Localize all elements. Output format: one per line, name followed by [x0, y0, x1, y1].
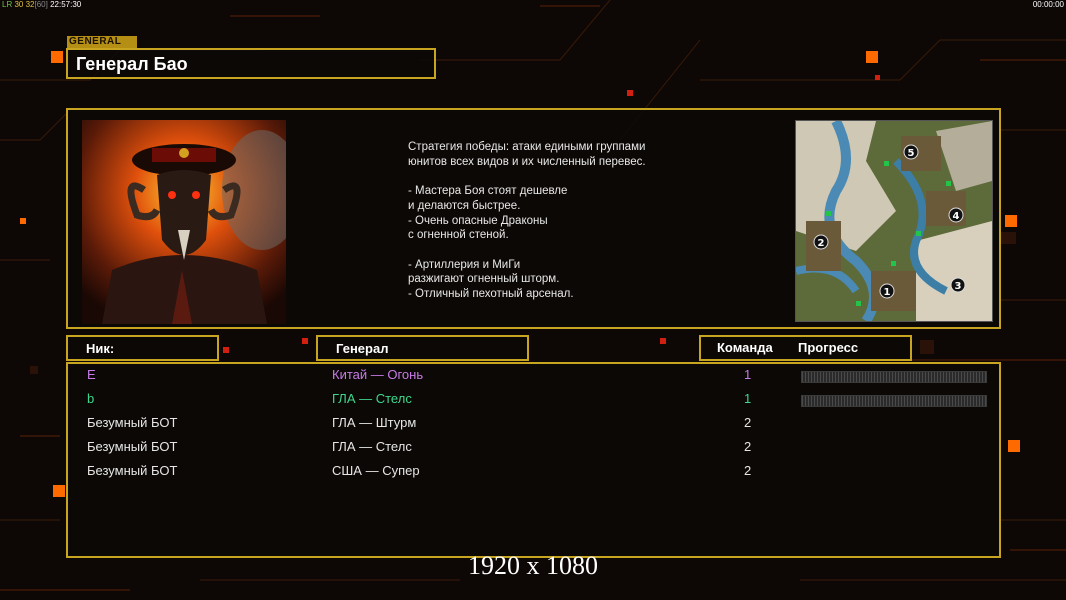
progress-bar — [801, 371, 987, 383]
player-general: ГЛА — Стелс — [332, 391, 412, 406]
player-nick: Безумный БОТ — [87, 415, 178, 430]
player-nick: Безумный БОТ — [87, 439, 178, 454]
nick-column-header: Ник: — [66, 335, 219, 361]
player-general: ГЛА — Стелс — [332, 439, 412, 454]
spawn-1: 1 — [884, 287, 891, 298]
fps-prefix: LR — [2, 0, 13, 9]
player-team: 2 — [744, 415, 752, 430]
minimap-icon: 5 2 4 1 3 — [795, 120, 993, 322]
spawn-3: 3 — [955, 281, 962, 292]
player-general: США — Супер — [332, 463, 420, 478]
game-clock: 22:57:30 — [50, 0, 82, 9]
progress-header-label: Прогресс — [798, 340, 859, 355]
progress-bar — [801, 395, 987, 407]
player-team: 1 — [744, 367, 752, 382]
resolution-overlay: 1920 x 1080 — [468, 551, 598, 580]
player-row: Безумный БОТ ГЛА — Стелс 2 — [68, 439, 1003, 461]
team-progress-header: Команда Прогресс — [699, 335, 912, 361]
general-portrait-icon — [82, 120, 286, 324]
player-nick: b — [87, 391, 95, 406]
general-name: Генерал Бао — [76, 54, 188, 74]
players-list: E Китай — Огонь 1 b ГЛА — Стелс 1 Безумн… — [66, 362, 1001, 558]
fps-values: 30 32 — [14, 0, 35, 9]
player-team: 2 — [744, 463, 752, 478]
general-column-header: Генерал — [316, 335, 529, 361]
fps-limit: [60] — [34, 0, 48, 9]
player-nick: Безумный БОТ — [87, 463, 178, 478]
category-label: GENERAL — [67, 36, 137, 48]
general-header-label: Генерал — [336, 341, 389, 356]
spawn-5: 5 — [908, 148, 915, 159]
player-general: Китай — Огонь — [332, 367, 424, 382]
player-team: 2 — [744, 439, 752, 454]
team-header-label: Команда — [717, 340, 773, 355]
player-general: ГЛА — Штурм — [332, 415, 417, 430]
fps-counter: LR 30 32[60] 22:57:30 — [2, 0, 81, 9]
player-row: Безумный БОТ США — Супер 2 — [68, 463, 1003, 485]
player-row: b ГЛА — Стелс 1 — [68, 391, 1003, 413]
timer: 00:00:00 — [1032, 0, 1064, 9]
player-row: Безумный БОТ ГЛА — Штурм 2 — [68, 415, 1003, 437]
nick-header-label: Ник: — [86, 341, 115, 356]
general-title-box: Генерал Бао — [66, 48, 436, 79]
general-info-panel: Стратегия победы: атаки едиными группами… — [66, 108, 1001, 329]
general-description: Стратегия победы: атаки едиными группами… — [408, 141, 646, 301]
spawn-4: 4 — [953, 211, 960, 222]
player-row: E Китай — Огонь 1 — [68, 367, 1003, 389]
player-nick: E — [87, 367, 96, 382]
player-team: 1 — [744, 391, 752, 406]
spawn-2: 2 — [818, 238, 825, 249]
